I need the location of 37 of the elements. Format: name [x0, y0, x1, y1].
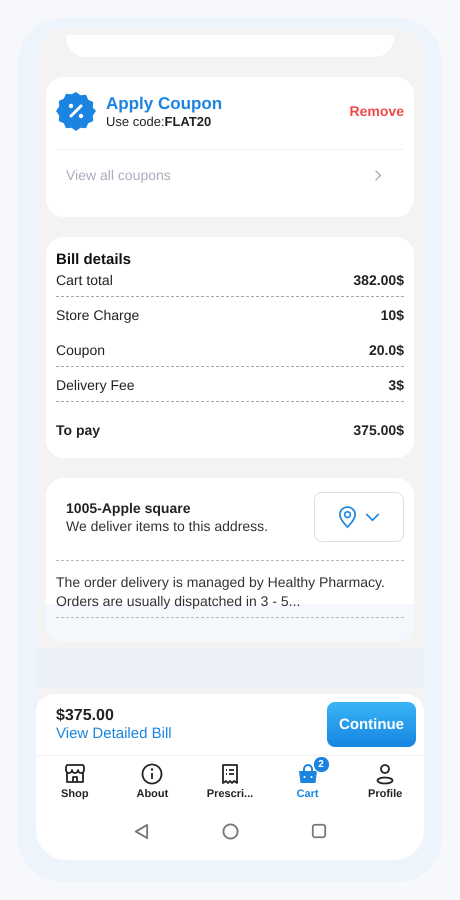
store-icon [62, 762, 87, 786]
coupon-title: Apply Coupon [106, 94, 224, 114]
location-pin-icon [338, 506, 357, 528]
nav-tab[interactable]: About [114, 756, 192, 802]
nav-tab[interactable]: Profile [346, 756, 424, 802]
count-badge: 2 [312, 756, 330, 773]
coupon-code: Use code:FLAT20 [106, 114, 212, 128]
bill-value: 10$ [380, 307, 404, 323]
location-picker-button[interactable] [314, 492, 404, 542]
discount-badge-icon [56, 91, 96, 131]
chevron-right-icon [374, 168, 382, 182]
recent-apps-icon[interactable] [311, 823, 327, 839]
view-detailed-bill-link[interactable]: View Detailed Bill [56, 725, 172, 742]
bill-label: Coupon [56, 342, 106, 358]
continue-button[interactable]: Continue [327, 702, 416, 747]
chevron-down-icon [365, 512, 380, 522]
back-icon[interactable] [133, 822, 150, 840]
bill-label: Delivery Fee [56, 377, 135, 393]
nav-tab[interactable]: 2 Cart [268, 756, 346, 802]
total-amount: $375.00 [56, 707, 115, 725]
view-all-coupons-link[interactable]: View all coupons [56, 150, 404, 217]
nav-tab[interactable]: Prescri... [191, 756, 269, 802]
bill-value: 382.00$ [353, 272, 404, 288]
total-value: 375.00$ [353, 422, 404, 438]
bill-value: 3$ [388, 377, 404, 393]
bill-value: 20.0$ [368, 342, 404, 358]
bill-label: Store Charge [56, 307, 140, 323]
delivery-note: The order delivery is managed by Healthy Pharmacy. Orders are usually dispatched in 3 - 5... [56, 561, 404, 618]
bill-title: Bill details [56, 251, 132, 268]
nav-tab[interactable]: Shop [36, 756, 114, 802]
info-icon [140, 762, 164, 786]
address-title: 1005-Apple square [66, 500, 192, 516]
total-label: To pay [56, 422, 100, 438]
remove-button[interactable]: Remove [350, 103, 404, 119]
address-subtitle: We deliver items to this address. [66, 518, 270, 534]
bill-label: Cart total [56, 272, 113, 288]
home-icon[interactable] [222, 822, 239, 840]
